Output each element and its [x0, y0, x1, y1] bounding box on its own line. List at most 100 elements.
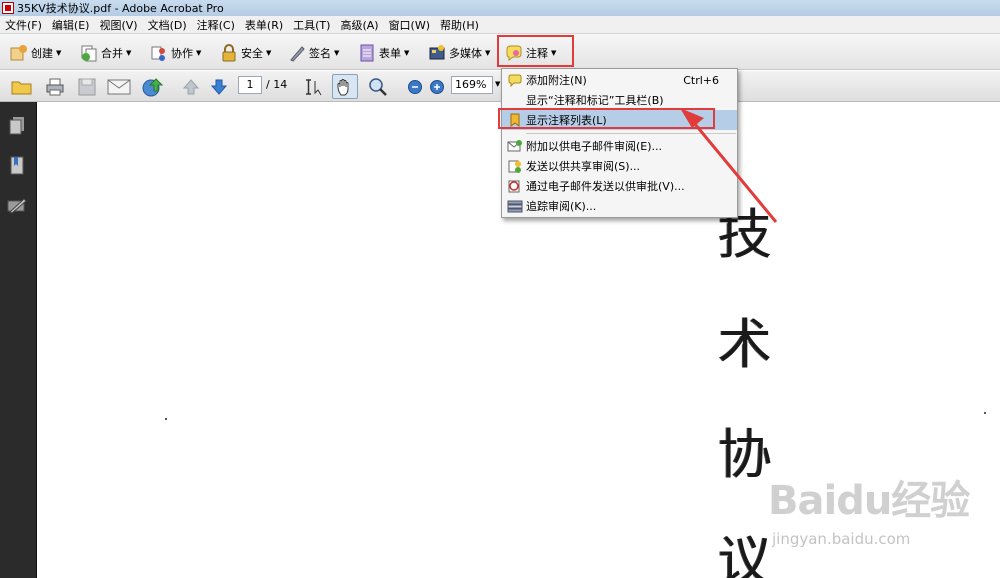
- collaborate-button[interactable]: 协作 ▼: [150, 42, 201, 64]
- create-dropdown-arrow-icon: ▼: [56, 49, 62, 57]
- menu-item-label: 附加以供电子邮件审阅(E)...: [526, 140, 663, 153]
- menu-view[interactable]: 视图(V): [94, 17, 142, 33]
- secure-label: 安全: [241, 47, 263, 60]
- form-icon: [358, 44, 376, 62]
- scan-speck: [165, 418, 167, 420]
- annotation-arrow-icon: [680, 108, 778, 223]
- previous-page-button[interactable]: [180, 76, 202, 97]
- page-number-input[interactable]: 1: [238, 76, 262, 94]
- arrow-up-icon: [182, 78, 200, 94]
- navigation-panel: [0, 102, 37, 578]
- open-folder-button[interactable]: [10, 76, 34, 97]
- signature-pen-icon: [7, 198, 27, 214]
- marquee-zoom-button[interactable]: [366, 76, 390, 97]
- menu-item-label: 通过电子邮件发送以供审批(V)...: [526, 180, 685, 193]
- zoom-level-input[interactable]: 169%: [451, 76, 493, 94]
- multimedia-label: 多媒体: [449, 47, 482, 60]
- baidu-jingyan-watermark: Baidu经验 jingyan.baidu.com: [768, 468, 988, 558]
- menu-item-label: 添加附注(N): [526, 74, 587, 87]
- print-button[interactable]: [44, 76, 66, 97]
- scan-speck: [984, 412, 986, 414]
- email-review-icon: [507, 139, 523, 153]
- window-title: 35KV技术协议.pdf - Adobe Acrobat Pro: [17, 2, 224, 15]
- secure-button[interactable]: 安全 ▼: [220, 42, 271, 64]
- watermark-url: jingyan.baidu.com: [772, 530, 911, 548]
- bookmarks-panel-button[interactable]: [7, 156, 27, 176]
- menu-edit[interactable]: 编辑(E): [47, 17, 95, 33]
- menu-window[interactable]: 窗口(W): [384, 17, 435, 33]
- globe-upload-icon: [142, 77, 163, 96]
- upload-globe-button[interactable]: [140, 76, 164, 97]
- pages-icon: [9, 117, 24, 135]
- zoom-in-icon: [430, 79, 444, 94]
- text-cursor-icon: [306, 78, 322, 95]
- lock-icon: [220, 44, 238, 62]
- doc-title-char: 术: [718, 313, 772, 376]
- collaborate-label: 协作: [171, 47, 193, 60]
- create-pdf-icon: [10, 44, 28, 62]
- folder-icon: [11, 81, 32, 94]
- menu-item-add-sticky-note[interactable]: 添加附注(N) Ctrl+6: [502, 70, 737, 90]
- menu-item-shortcut: Ctrl+6: [683, 73, 719, 87]
- select-tool-button[interactable]: [302, 76, 326, 97]
- multimedia-dropdown-arrow-icon: ▼: [485, 49, 491, 57]
- comment-button-highlight-box: [497, 35, 574, 67]
- watermark-logo: Baidu经验: [768, 478, 970, 524]
- combine-label: 合并: [101, 47, 123, 60]
- approval-stamp-icon: [507, 179, 523, 193]
- multimedia-film-icon: [428, 44, 446, 62]
- pages-panel-button[interactable]: [7, 116, 27, 136]
- multimedia-button[interactable]: 多媒体 ▼: [428, 42, 490, 64]
- menu-document[interactable]: 文档(D): [143, 17, 192, 33]
- sign-label: 签名: [309, 47, 331, 60]
- menu-help[interactable]: 帮助(H): [435, 17, 484, 33]
- hand-tool-button[interactable]: [332, 74, 358, 99]
- forms-button[interactable]: 表单 ▼: [358, 42, 409, 64]
- zoom-out-icon: [408, 79, 422, 94]
- next-page-button[interactable]: [208, 76, 230, 97]
- collaborate-icon: [150, 44, 168, 62]
- sign-button[interactable]: 签名 ▼: [288, 42, 339, 64]
- envelope-icon: [107, 79, 131, 94]
- floppy-disk-icon: [78, 78, 96, 95]
- doc-title-char: 议: [718, 530, 772, 578]
- menu-item-label: 发送以供共享审阅(S)...: [526, 160, 641, 173]
- collaborate-dropdown-arrow-icon: ▼: [196, 49, 202, 57]
- combine-dropdown-arrow-icon: ▼: [126, 49, 132, 57]
- secure-dropdown-arrow-icon: ▼: [266, 49, 272, 57]
- forms-label: 表单: [379, 47, 401, 60]
- forms-dropdown-arrow-icon: ▼: [404, 49, 410, 57]
- page-total-label: / 14: [266, 78, 288, 91]
- menu-item-label: 显示“注释和标记”工具栏(B): [526, 94, 664, 107]
- acrobat-app-icon: [2, 2, 14, 14]
- create-label: 创建: [31, 47, 53, 60]
- combine-files-icon: [80, 44, 98, 62]
- hand-icon: [337, 78, 349, 95]
- email-button[interactable]: [106, 76, 132, 97]
- signatures-panel-button[interactable]: [7, 196, 27, 216]
- review-tracker-icon: [507, 199, 523, 213]
- doc-title-char: 协: [718, 423, 772, 486]
- zoom-in-button[interactable]: [428, 76, 446, 97]
- printer-icon: [46, 78, 64, 95]
- bookmark-icon: [10, 156, 24, 175]
- menu-tools[interactable]: 工具(T): [288, 17, 335, 33]
- menu-item-label: 追踪审阅(K)...: [526, 200, 597, 213]
- sign-dropdown-arrow-icon: ▼: [334, 49, 340, 57]
- create-button[interactable]: 创建 ▼: [10, 42, 61, 64]
- sticky-note-icon: [507, 73, 523, 87]
- menu-file[interactable]: 文件(F): [0, 17, 47, 33]
- zoom-out-button[interactable]: [406, 76, 424, 97]
- save-button[interactable]: [76, 76, 98, 97]
- magnifier-icon: [369, 77, 387, 96]
- combine-button[interactable]: 合并 ▼: [80, 42, 131, 64]
- title-bar: 35KV技术协议.pdf - Adobe Acrobat Pro: [0, 0, 1000, 16]
- arrow-down-icon: [210, 79, 228, 95]
- menu-advanced[interactable]: 高级(A): [335, 17, 383, 33]
- menu-comments[interactable]: 注释(C): [192, 17, 240, 33]
- shared-review-icon: [507, 159, 523, 173]
- menu-forms[interactable]: 表单(R): [240, 17, 288, 33]
- zoom-dropdown-arrow-icon[interactable]: ▼: [495, 80, 500, 88]
- pen-icon: [288, 44, 306, 62]
- menu-bar: 文件(F) 编辑(E) 视图(V) 文档(D) 注释(C) 表单(R) 工具(T…: [0, 16, 1000, 34]
